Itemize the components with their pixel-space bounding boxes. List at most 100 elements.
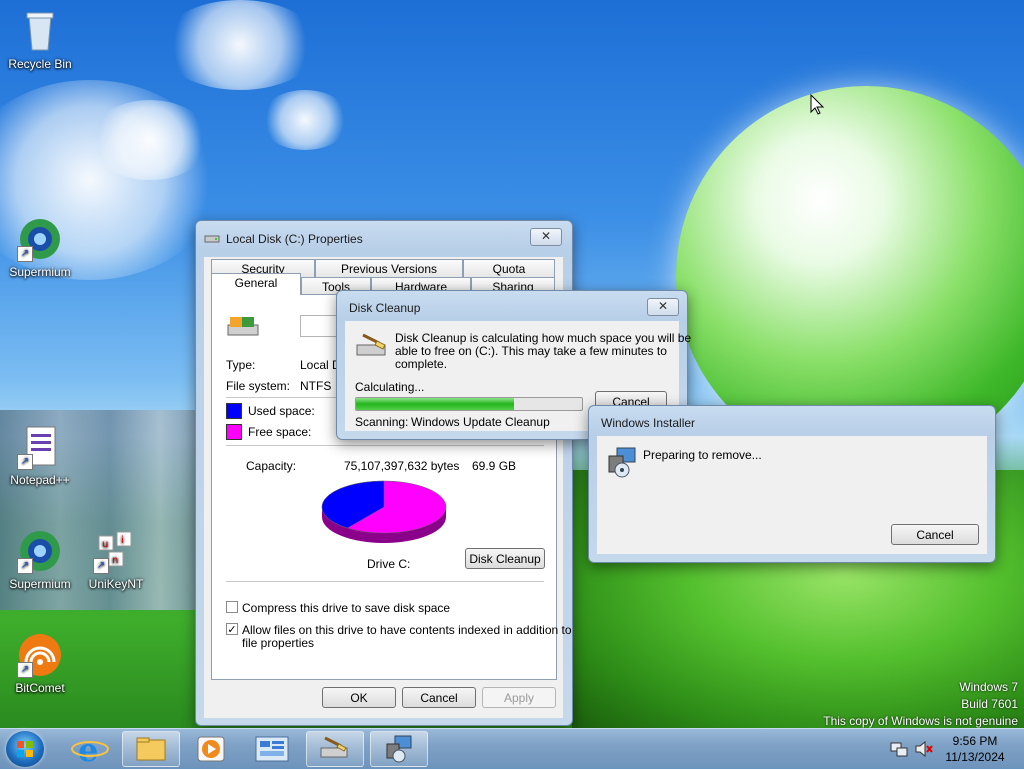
clock-time[interactable]: 9:56 PM xyxy=(940,734,1010,748)
desktop-icon-label: BitComet xyxy=(15,681,65,695)
desktop-icon-label: Supermium xyxy=(9,577,71,591)
divider xyxy=(226,445,544,446)
apply-button[interactable]: Apply xyxy=(482,687,556,708)
notepadpp-icon: ↗ xyxy=(17,424,63,470)
free-space-label: Free space: xyxy=(248,425,312,439)
taskbar: e 9:56 PM 11/13/2024 xyxy=(0,728,1024,769)
supermium-icon: ↗ xyxy=(17,528,63,574)
desktop-icon-label: Notepad++ xyxy=(10,473,70,487)
ok-button[interactable]: OK xyxy=(322,687,396,708)
svg-text:e: e xyxy=(78,731,98,767)
index-label-line-2: file properties xyxy=(242,636,315,650)
shortcut-arrow-icon: ↗ xyxy=(17,454,33,470)
capacity-label: Capacity: xyxy=(246,459,297,473)
installer-cancel-button[interactable]: Cancel xyxy=(891,524,979,545)
desktop-icon-notepadpp[interactable]: ↗ Notepad++ xyxy=(0,424,80,487)
installer-icon xyxy=(608,447,636,478)
taskbar-internet-explorer[interactable]: e xyxy=(68,731,112,769)
desktop-icon-bitcomet[interactable]: ↗ BitComet xyxy=(0,632,80,695)
capacity-bytes: 75,107,397,632 bytes xyxy=(344,459,460,473)
cleanup-message-line-1: Disk Cleanup is calculating how much spa… xyxy=(395,331,692,345)
svg-text:i: i xyxy=(121,535,124,546)
disk-cleanup-icon xyxy=(356,333,386,356)
installer-client-area: Preparing to remove... Cancel xyxy=(597,436,987,554)
bitcomet-icon: ↗ xyxy=(17,632,63,678)
svg-text:u: u xyxy=(102,539,108,550)
start-button[interactable] xyxy=(6,731,44,767)
cancel-button[interactable]: Cancel xyxy=(402,687,476,708)
network-icon[interactable] xyxy=(890,741,908,757)
calculating-label: Calculating... xyxy=(355,380,425,394)
cloud xyxy=(260,90,350,150)
desktop-icon-supermium-2[interactable]: ↗ Supermium xyxy=(0,528,80,591)
index-label-line-1: Allow files on this drive to have conten… xyxy=(242,623,572,637)
compress-label: Compress this drive to save disk space xyxy=(242,601,451,615)
cloud xyxy=(90,100,210,180)
index-checkbox[interactable]: ✓ xyxy=(226,623,238,636)
control-panel-icon xyxy=(255,736,289,762)
installer-icon xyxy=(386,735,412,763)
properties-close-button[interactable]: ✕ xyxy=(530,228,562,246)
cleanup-title: Disk Cleanup xyxy=(349,301,421,315)
supermium-icon: ↗ xyxy=(17,216,63,262)
installer-title: Windows Installer xyxy=(601,416,696,430)
desktop-icon-label: Supermium xyxy=(9,265,71,279)
folder-icon xyxy=(136,737,166,761)
properties-title: Local Disk (C:) Properties xyxy=(226,232,363,246)
tab-previous-versions[interactable]: Previous Versions xyxy=(315,259,463,277)
compress-checkbox[interactable] xyxy=(226,601,238,613)
volume-muted-icon[interactable] xyxy=(914,741,934,757)
watermark-line-2: Build 7601 xyxy=(961,697,1018,711)
cleanup-progress-fill xyxy=(356,398,515,410)
cloud xyxy=(160,0,320,90)
windows-logo-icon xyxy=(17,741,33,757)
clock-date[interactable]: 11/13/2024 xyxy=(940,750,1010,764)
cleanup-close-button[interactable]: ✕ xyxy=(647,298,679,316)
watermark-line-1: Windows 7 xyxy=(959,680,1018,694)
internet-explorer-icon: e xyxy=(71,731,109,769)
mouse-cursor-icon xyxy=(810,94,824,115)
cleanup-message-line-2: able to free on (C:). This may take a fe… xyxy=(395,344,667,358)
scanning-value: Windows Update Cleanup xyxy=(411,415,550,429)
drive-icon xyxy=(204,235,220,243)
svg-text:n: n xyxy=(112,555,118,566)
capacity-gb: 69.9 GB xyxy=(472,459,517,473)
windows-installer-dialog[interactable]: Windows Installer Preparing to remove...… xyxy=(588,405,996,563)
drive-large-icon xyxy=(227,317,259,336)
desktop-icon-label: Recycle Bin xyxy=(8,57,72,71)
disk-usage-pie-chart xyxy=(321,480,447,543)
disk-cleanup-button[interactable]: Disk Cleanup xyxy=(465,548,545,569)
media-player-icon xyxy=(197,736,225,762)
shortcut-arrow-icon: ↗ xyxy=(17,558,33,574)
taskbar-control-panel[interactable] xyxy=(250,731,294,767)
shortcut-arrow-icon: ↗ xyxy=(17,662,33,678)
filesystem-label: File system: xyxy=(226,379,291,393)
taskbar-windows-installer[interactable] xyxy=(370,731,428,767)
shortcut-arrow-icon: ↗ xyxy=(93,558,109,574)
divider xyxy=(226,581,544,582)
tab-quota[interactable]: Quota xyxy=(463,259,555,277)
filesystem-value: NTFS xyxy=(300,379,332,393)
recycle-bin-icon xyxy=(17,8,63,54)
taskbar-disk-cleanup[interactable] xyxy=(306,731,364,767)
drive-label: Drive C: xyxy=(367,557,411,571)
unikey-icon: u in ↗ xyxy=(93,528,139,574)
used-space-swatch xyxy=(226,403,242,419)
desktop-icon-unikeynt[interactable]: u in ↗ UniKeyNT xyxy=(76,528,156,591)
taskbar-media-player[interactable] xyxy=(190,731,234,767)
desktop-icon-supermium[interactable]: ↗ Supermium xyxy=(0,216,80,279)
type-label: Type: xyxy=(226,358,256,372)
used-space-label: Used space: xyxy=(248,404,315,418)
disk-cleanup-icon xyxy=(320,736,348,758)
tab-general[interactable]: General xyxy=(211,273,301,295)
desktop-icon-recycle-bin[interactable]: Recycle Bin xyxy=(0,8,80,71)
taskbar-explorer[interactable] xyxy=(122,731,180,767)
cleanup-message-line-3: complete. xyxy=(395,357,448,371)
desktop-icon-label: UniKeyNT xyxy=(88,577,144,591)
installer-message: Preparing to remove... xyxy=(643,448,762,462)
cleanup-progress-bar xyxy=(355,397,583,411)
watermark-line-3: This copy of Windows is not genuine xyxy=(823,714,1018,728)
free-space-swatch xyxy=(226,424,242,440)
scanning-label: Scanning: xyxy=(355,415,409,429)
shortcut-arrow-icon: ↗ xyxy=(17,246,33,262)
